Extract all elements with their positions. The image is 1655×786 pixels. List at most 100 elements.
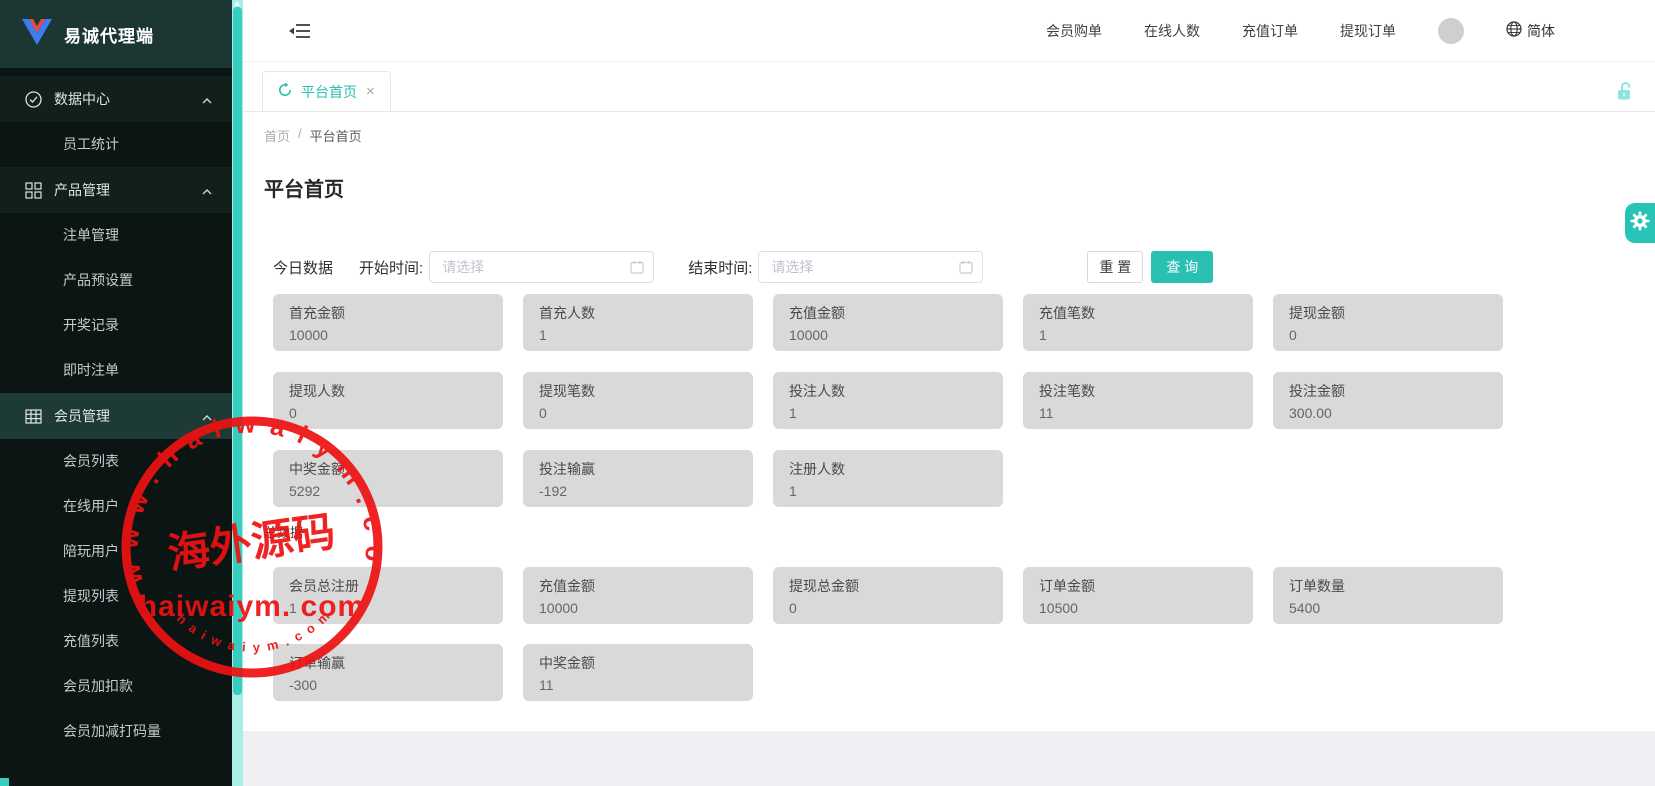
sidebar-menu: 数据中心 员工统计 产品管理 注单管理 产品预设置 开奖记录 即时注单 — [0, 76, 232, 754]
start-date-input[interactable] — [429, 251, 654, 283]
stat-card: 提现人数0 — [273, 372, 503, 429]
stat-value: 0 — [1289, 327, 1487, 343]
stat-label: 中奖金额 — [289, 459, 487, 479]
stat-card: 中奖金额11 — [523, 644, 753, 701]
tab-bar: 平台首页 × — [243, 62, 1655, 112]
close-icon[interactable]: × — [366, 84, 375, 99]
stat-value: 300.00 — [1289, 405, 1487, 421]
breadcrumb-current: 平台首页 — [310, 126, 362, 145]
tab-platform-home[interactable]: 平台首页 × — [262, 71, 391, 111]
sidebar-item-recharge-list[interactable]: 充值列表 — [0, 619, 232, 664]
menu-fold-icon[interactable] — [289, 22, 311, 40]
stat-card: 充值金额 10000 — [523, 567, 753, 624]
language-label: 简体 — [1527, 21, 1555, 41]
sidebar-item-bet-orders[interactable]: 注单管理 — [0, 213, 232, 258]
today-data-label: 今日数据 — [273, 257, 333, 278]
stat-card: 充值笔数 1 — [1023, 294, 1253, 351]
stat-label: 充值金额 — [539, 576, 737, 596]
sidebar-item-member-list[interactable]: 会员列表 — [0, 439, 232, 484]
tab-label: 平台首页 — [301, 82, 357, 102]
query-button[interactable]: 查 询 — [1151, 251, 1213, 283]
main-area: 会员购单 在线人数 充值订单 提现订单 简体 平台首页 × — [243, 0, 1655, 786]
stat-label: 注册人数 — [789, 459, 987, 479]
stat-value: -192 — [539, 483, 737, 499]
sidebar-scrollbar[interactable] — [232, 0, 243, 786]
stat-card: 订单金额 10500 — [1023, 567, 1253, 624]
stat-value: 1 — [1039, 327, 1237, 343]
stat-label: 首充人数 — [539, 303, 737, 323]
stat-card: 首充人数1 — [523, 294, 753, 351]
stat-card: 投注笔数 11 — [1023, 372, 1253, 429]
stat-value: 11 — [1039, 405, 1237, 421]
appstore-icon — [25, 182, 42, 199]
stat-card: 中奖金额 5292 — [273, 450, 503, 507]
stat-label: 会员总注册 — [289, 576, 487, 596]
sidebar-item-realtime-orders[interactable]: 即时注单 — [0, 348, 232, 393]
stat-value: 11 — [539, 677, 737, 693]
nav-member-orders[interactable]: 会员购单 — [1046, 21, 1102, 41]
refresh-icon[interactable] — [278, 83, 292, 100]
app-window: 易诚代理端 数据中心 员工统计 产品管理 — [0, 0, 1655, 786]
sidebar-group-label: 产品管理 — [54, 180, 110, 200]
chevron-up-icon — [202, 182, 212, 198]
stat-value: 10500 — [1039, 600, 1237, 616]
language-switcher[interactable]: 简体 — [1506, 21, 1555, 41]
logo-bar: 易诚代理端 — [0, 0, 232, 68]
sidebar-item-product-preset[interactable]: 产品预设置 — [0, 258, 232, 303]
stat-label: 提现金额 — [1289, 303, 1487, 323]
stat-label: 投注笔数 — [1039, 381, 1237, 401]
nav-withdraw-orders[interactable]: 提现订单 — [1340, 21, 1396, 41]
sidebar-item-member-adjust-funds[interactable]: 会员加扣款 — [0, 664, 232, 709]
avatar[interactable] — [1438, 18, 1464, 44]
stat-value: 0 — [289, 405, 487, 421]
page-title: 平台首页 — [264, 173, 1655, 202]
page-content: 首页 / 平台首页 平台首页 今日数据 开始时间: 结束时间: — [243, 112, 1655, 731]
sidebar-group-member-mgmt[interactable]: 会员管理 — [0, 393, 232, 439]
settings-panel-button[interactable] — [1625, 203, 1655, 243]
scrollbar-thumb[interactable] — [233, 7, 242, 695]
stat-value: 5292 — [289, 483, 487, 499]
sidebar-group-data-center[interactable]: 数据中心 — [0, 76, 232, 122]
stat-label: 投注输赢 — [539, 459, 737, 479]
stat-label: 充值笔数 — [1039, 303, 1237, 323]
sidebar-item-lottery-records[interactable]: 开奖记录 — [0, 303, 232, 348]
sidebar-item-withdraw-list[interactable]: 提现列表 — [0, 574, 232, 619]
top-header: 会员购单 在线人数 充值订单 提现订单 简体 — [243, 0, 1655, 62]
stat-label: 提现总金额 — [789, 576, 987, 596]
lock-open-icon[interactable] — [1616, 82, 1633, 106]
stat-card: 投注人数1 — [773, 372, 1003, 429]
total-cards-grid: 会员总注册1 充值金额10000 提现总金额0 订单金额10500 订单数量54… — [273, 567, 1655, 701]
sidebar-item-staff-stats[interactable]: 员工统计 — [0, 122, 232, 167]
stat-label: 提现笔数 — [539, 381, 737, 401]
stat-card: 订单数量5400 — [1273, 567, 1503, 624]
end-date-box — [758, 251, 983, 283]
globe-icon — [1506, 21, 1522, 40]
sidebar-item-online-users[interactable]: 在线用户 — [0, 484, 232, 529]
scroll-up-arrow-icon[interactable] — [234, 1, 240, 6]
sidebar-item-member-adjust-turnover[interactable]: 会员加减打码量 — [0, 709, 232, 754]
filter-row: 今日数据 开始时间: 结束时间: 重 置 查 询 — [264, 250, 1655, 284]
nav-online-count[interactable]: 在线人数 — [1144, 21, 1200, 41]
nav-recharge-orders[interactable]: 充值订单 — [1242, 21, 1298, 41]
stat-card: 提现总金额 0 — [773, 567, 1003, 624]
breadcrumb: 首页 / 平台首页 — [264, 112, 1655, 145]
end-date-input[interactable] — [758, 251, 983, 283]
stat-value: 0 — [539, 405, 737, 421]
stat-value: 1 — [789, 405, 987, 421]
stat-card: 提现金额 0 — [1273, 294, 1503, 351]
stat-label: 订单金额 — [1039, 576, 1237, 596]
stat-label: 充值金额 — [789, 303, 987, 323]
sidebar-item-companion-users[interactable]: 陪玩用户 — [0, 529, 232, 574]
stat-value: 5400 — [1289, 600, 1487, 616]
stat-value: 10000 — [539, 600, 737, 616]
stat-card: 注册人数1 — [773, 450, 1003, 507]
sidebar-group-product-mgmt[interactable]: 产品管理 — [0, 167, 232, 213]
breadcrumb-home[interactable]: 首页 — [264, 126, 290, 145]
stat-label: 订单输赢 — [289, 653, 487, 673]
check-circle-icon — [25, 91, 42, 108]
total-data-label: 总数据 — [264, 522, 1655, 541]
reset-button[interactable]: 重 置 — [1087, 251, 1143, 283]
stat-value: 10000 — [789, 327, 987, 343]
stat-value: 0 — [789, 600, 987, 616]
stat-card: 提现笔数 0 — [523, 372, 753, 429]
